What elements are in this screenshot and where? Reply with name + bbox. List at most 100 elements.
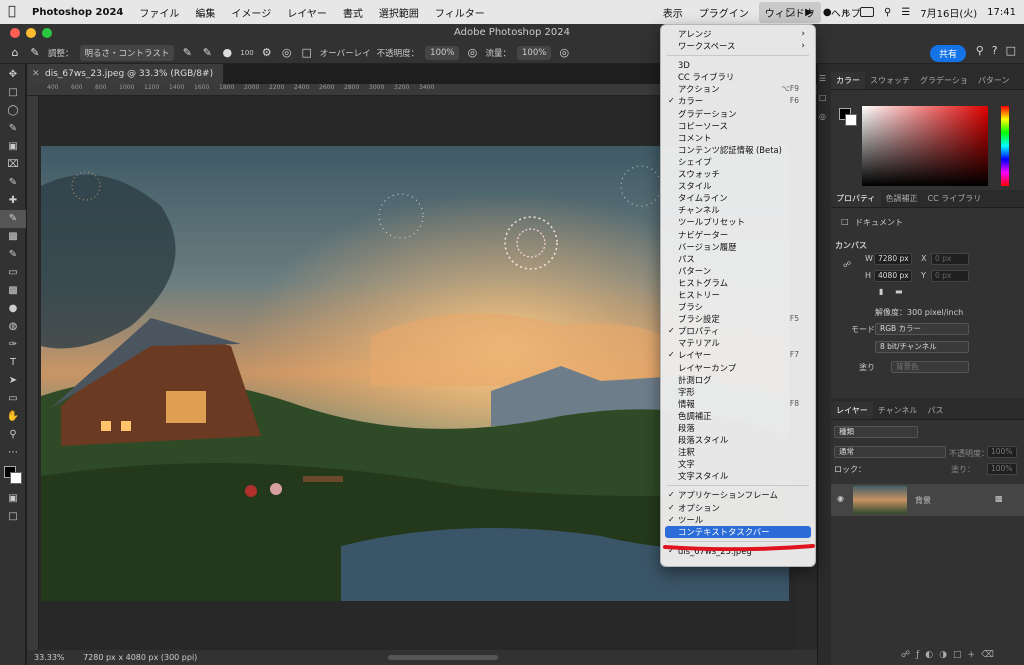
tab-layers[interactable]: レイヤー bbox=[831, 402, 873, 419]
tab-properties[interactable]: プロパティ bbox=[831, 190, 881, 207]
menu-filter[interactable]: フィルター bbox=[435, 5, 485, 20]
opacity-pressure-icon[interactable]: ◎ bbox=[465, 46, 479, 60]
stamp-tool-icon[interactable]: ▩ bbox=[0, 228, 26, 246]
tab-swatches[interactable]: スウォッチ bbox=[865, 72, 915, 89]
menu-view[interactable]: 表示 bbox=[663, 5, 683, 20]
menu-file[interactable]: ファイル bbox=[139, 5, 179, 20]
zoom-level[interactable]: 33.33% bbox=[34, 653, 65, 662]
menu-item[interactable]: ✓ レイヤー F7 bbox=[661, 349, 815, 361]
search-icon[interactable]: ⚲ bbox=[976, 44, 984, 57]
quick-mask-icon[interactable]: ▣ bbox=[0, 490, 26, 508]
menu-item-top[interactable]: ワークスペース › bbox=[661, 40, 815, 52]
pen-tool-icon[interactable]: ✑ bbox=[0, 336, 26, 354]
crop-tool-icon[interactable]: ▣ bbox=[0, 138, 26, 156]
frame-tool-icon[interactable]: ⌧ bbox=[0, 156, 26, 174]
menu-item[interactable]: 字形 bbox=[661, 386, 815, 398]
menu-item[interactable]: パス bbox=[661, 253, 815, 265]
workspace-icon[interactable]: □ bbox=[1006, 44, 1016, 57]
menu-item[interactable]: グラデーション bbox=[661, 108, 815, 120]
gradient-tool-icon[interactable]: ▩ bbox=[0, 282, 26, 300]
tab-color[interactable]: カラー bbox=[831, 72, 865, 89]
brush-preset-icon[interactable]: ✎ bbox=[28, 46, 42, 60]
menu-image[interactable]: イメージ bbox=[231, 5, 271, 20]
mask-icon[interactable]: ◐ bbox=[925, 650, 939, 660]
tab-paths[interactable]: パス bbox=[923, 402, 949, 419]
x-field[interactable]: 0 px bbox=[931, 253, 969, 265]
eraser-icon[interactable]: ▭ bbox=[0, 264, 26, 282]
y-field[interactable]: 0 px bbox=[931, 270, 969, 282]
menu-layer[interactable]: レイヤー bbox=[287, 5, 327, 20]
menu-item[interactable]: マテリアル bbox=[661, 337, 815, 349]
type-tool-icon[interactable]: T bbox=[0, 354, 26, 372]
menu-item[interactable]: チャンネル bbox=[661, 204, 815, 216]
color-swatches[interactable] bbox=[0, 462, 26, 490]
menu-item[interactable]: コンテンツ認証情報 (Beta) bbox=[661, 144, 815, 156]
time[interactable]: 17:41 bbox=[987, 7, 1016, 18]
brush-tip-icon[interactable]: ● bbox=[220, 46, 234, 60]
eyedropper-icon[interactable]: ✎ bbox=[0, 174, 26, 192]
blur-tool-icon[interactable]: ● bbox=[0, 300, 26, 318]
date[interactable]: 7月16日(火) bbox=[920, 5, 977, 20]
menu-item[interactable]: ヒストグラム bbox=[661, 277, 815, 289]
trash-icon[interactable]: ⌫ bbox=[981, 650, 1000, 660]
tab-patterns[interactable]: パターン bbox=[973, 72, 1015, 89]
document-tab[interactable]: ✕ dis_67ws_23.jpeg @ 33.3% (RGB/8#) bbox=[27, 64, 225, 84]
new-layer-icon[interactable]: + bbox=[968, 650, 982, 660]
menu-item[interactable]: ✓ アプリケーションフレーム bbox=[661, 489, 815, 501]
menu-item[interactable]: 色調補正 bbox=[661, 410, 815, 422]
menu-item[interactable]: スタイル bbox=[661, 180, 815, 192]
move-tool-icon[interactable]: ✥ bbox=[0, 66, 26, 84]
app-menu[interactable]: Photoshop 2024 bbox=[32, 7, 123, 18]
menu-plugins[interactable]: プラグイン bbox=[699, 5, 749, 20]
menu-edit[interactable]: 編集 bbox=[195, 5, 215, 20]
close-tab-icon[interactable]: ✕ bbox=[32, 64, 40, 84]
menu-item[interactable]: 3D bbox=[661, 59, 815, 71]
history-brush-icon[interactable]: ✎ bbox=[0, 246, 26, 264]
menu-item[interactable]: 情報 F8 bbox=[661, 398, 815, 410]
menu-item[interactable]: ブラシ設定 F5 bbox=[661, 313, 815, 325]
zoom-tool-icon[interactable]: ⚲ bbox=[0, 426, 26, 444]
mode-dropdown[interactable]: RGB カラー bbox=[875, 323, 969, 335]
quick-select-icon[interactable]: ✎ bbox=[0, 120, 26, 138]
menu-select[interactable]: 選択範囲 bbox=[379, 5, 419, 20]
fill-dropdown[interactable]: 背景色 bbox=[891, 361, 969, 373]
path-select-icon[interactable]: ➤ bbox=[0, 372, 26, 390]
opacity-field[interactable]: 100% bbox=[425, 45, 460, 60]
height-field[interactable]: 4080 px bbox=[874, 270, 912, 282]
close-window-button[interactable] bbox=[10, 28, 20, 38]
link-layers-icon[interactable]: ☍ bbox=[901, 650, 916, 660]
adjust-panel-icon[interactable]: ◎ bbox=[819, 112, 829, 121]
screen-mode-icon[interactable]: □ bbox=[0, 508, 26, 526]
minimize-window-button[interactable] bbox=[26, 28, 36, 38]
help-icon[interactable]: ? bbox=[992, 44, 998, 57]
pressure-icon[interactable]: ◎ bbox=[280, 46, 294, 60]
menu-item[interactable]: 計測ログ bbox=[661, 374, 815, 386]
dodge-tool-icon[interactable]: ◍ bbox=[0, 318, 26, 336]
menu-item[interactable]: バージョン履歴 bbox=[661, 241, 815, 253]
background-swatch[interactable] bbox=[845, 114, 857, 126]
tab-cc-libraries[interactable]: CC ライブラリ bbox=[923, 190, 987, 207]
layer-opacity-field[interactable]: 100% bbox=[987, 446, 1017, 458]
brush-mode-alt-icon[interactable]: ✎ bbox=[200, 46, 214, 60]
layer-filter-dropdown[interactable]: 種類 bbox=[834, 426, 918, 438]
color-picker-field[interactable] bbox=[862, 106, 988, 186]
menu-item-highlighted[interactable]: コンテキストタスクバー bbox=[665, 525, 811, 538]
search-icon[interactable]: ⚲ bbox=[884, 7, 891, 18]
overlay-checkbox[interactable]: □ bbox=[300, 46, 314, 60]
menu-item[interactable]: コメント bbox=[661, 132, 815, 144]
menu-item-top[interactable]: アレンジ › bbox=[661, 28, 815, 40]
user-icon[interactable]: ● bbox=[823, 7, 832, 18]
adjustment-layer-icon[interactable]: ◑ bbox=[939, 650, 953, 660]
menu-item[interactable]: 段落スタイル bbox=[661, 434, 815, 446]
play-icon[interactable]: ▶ bbox=[805, 7, 813, 18]
layer-fill-field[interactable]: 100% bbox=[987, 463, 1017, 475]
link-icon[interactable]: ☍ bbox=[843, 260, 851, 269]
menu-item[interactable]: CC ライブラリ bbox=[661, 71, 815, 83]
tab-gradients[interactable]: グラデーショ bbox=[915, 72, 973, 89]
healing-brush-icon[interactable]: ✚ bbox=[0, 192, 26, 210]
menu-type[interactable]: 書式 bbox=[343, 5, 363, 20]
history-panel-icon[interactable]: ☰ bbox=[819, 74, 829, 83]
menu-item[interactable]: ✓ プロパティ bbox=[661, 325, 815, 337]
visibility-eye-icon[interactable]: ◉ bbox=[837, 494, 844, 503]
portrait-icon[interactable]: ▮ bbox=[879, 287, 883, 296]
